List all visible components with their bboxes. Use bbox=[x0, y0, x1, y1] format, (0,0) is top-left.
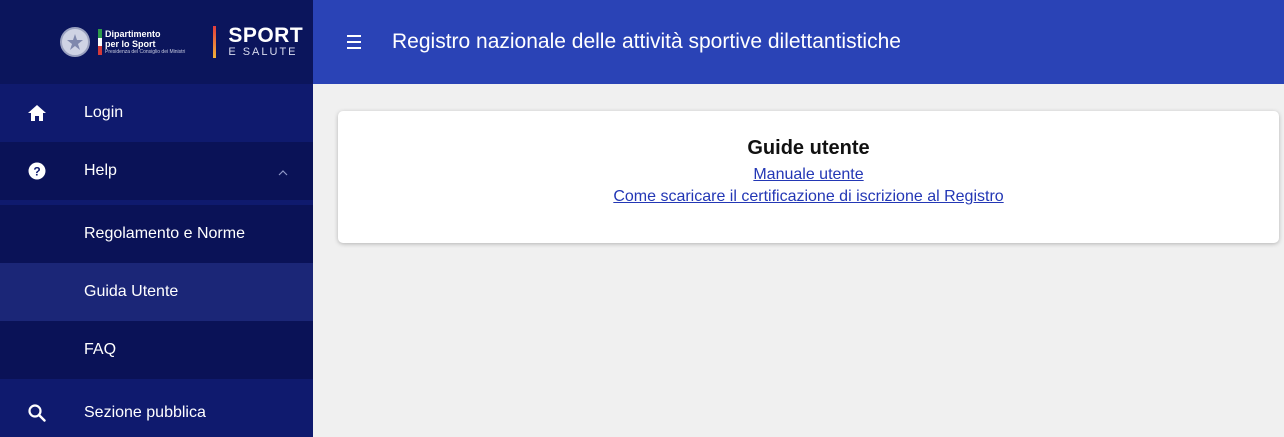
logo-separator bbox=[213, 26, 217, 58]
sidebar-item-login[interactable]: Login bbox=[0, 84, 313, 142]
logo-area: Dipartimento per lo Sport Presidenza del… bbox=[0, 0, 313, 84]
sidebar-item-label: FAQ bbox=[84, 341, 117, 358]
search-icon bbox=[26, 402, 48, 424]
sidebar-item-help[interactable]: ? Help bbox=[0, 142, 313, 200]
italian-republic-emblem-icon bbox=[60, 27, 90, 57]
sidebar-item-label: Login bbox=[84, 104, 124, 121]
dipartimento-logo: Dipartimento per lo Sport Presidenza del… bbox=[98, 29, 186, 56]
sport-e-salute-logo: SPORT E SALUTE bbox=[228, 24, 304, 58]
certificazione-download-link[interactable]: Come scaricare il certificazione di iscr… bbox=[338, 188, 1279, 206]
chevron-up-icon bbox=[278, 163, 288, 179]
dipartimento-line1: Dipartimento bbox=[105, 29, 161, 39]
sidebar-item-guida-utente[interactable]: Guida Utente bbox=[0, 263, 313, 321]
manuale-utente-link[interactable]: Manuale utente bbox=[338, 166, 1279, 184]
sidebar: Dipartimento per lo Sport Presidenza del… bbox=[0, 0, 313, 437]
guide-card: Guide utente Manuale utente Come scarica… bbox=[338, 111, 1279, 243]
sidebar-item-label: Regolamento e Norme bbox=[84, 225, 245, 242]
salute-logo-text: E SALUTE bbox=[228, 46, 298, 58]
page-title: Registro nazionale delle attività sporti… bbox=[392, 30, 901, 53]
sidebar-item-label: Help bbox=[84, 162, 117, 179]
sidebar-item-label: Guida Utente bbox=[84, 283, 179, 300]
card-title: Guide utente bbox=[747, 137, 870, 159]
dipartimento-line3: Presidenza del Consiglio dei Ministri bbox=[105, 49, 186, 55]
dipartimento-line2: per lo Sport bbox=[105, 39, 156, 49]
svg-text:?: ? bbox=[33, 165, 40, 179]
sport-logo-text: SPORT bbox=[228, 24, 304, 47]
sidebar-item-sezione-pubblica[interactable]: Sezione pubblica bbox=[0, 384, 313, 437]
help-circle-icon: ? bbox=[26, 160, 48, 182]
menu-icon[interactable] bbox=[347, 35, 361, 49]
sidebar-item-regolamento[interactable]: Regolamento e Norme bbox=[0, 205, 313, 263]
main-content: Guide utente Manuale utente Come scarica… bbox=[313, 84, 1284, 437]
top-bar: Registro nazionale delle attività sporti… bbox=[313, 0, 1284, 84]
home-icon bbox=[26, 102, 48, 124]
sidebar-item-faq[interactable]: FAQ bbox=[0, 321, 313, 379]
sidebar-item-label: Sezione pubblica bbox=[84, 404, 206, 421]
